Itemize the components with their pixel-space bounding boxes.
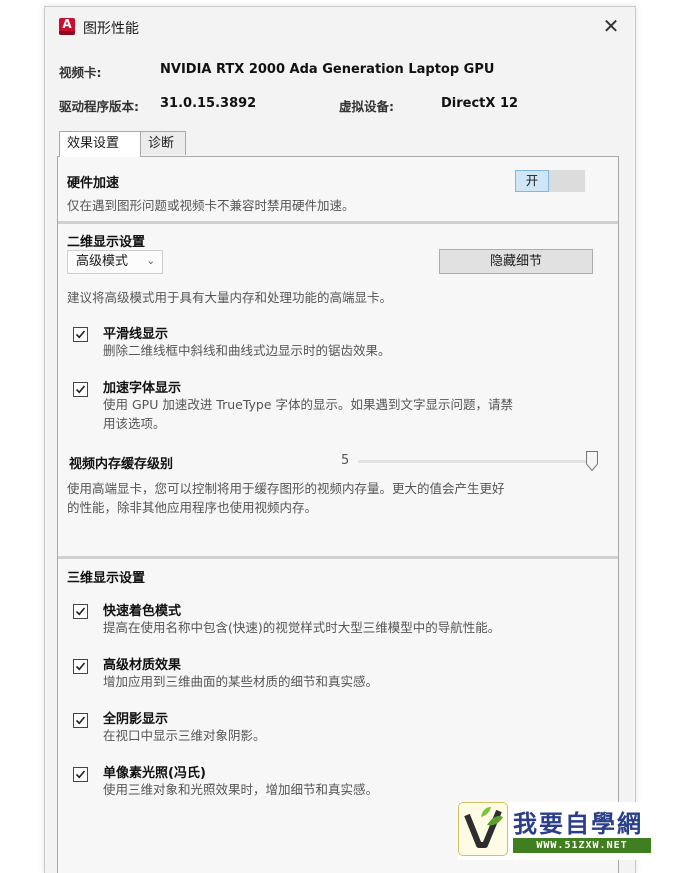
title-bar: A 图形性能 ✕: [45, 7, 635, 47]
gpu-label: 视频卡:: [59, 65, 102, 80]
hide-details-button[interactable]: 隐藏细节: [439, 249, 593, 274]
full-shadow-desc: 在视口中显示三维对象阴影。: [103, 728, 266, 743]
video-cache-label: 视频内存缓存级别: [69, 457, 174, 472]
gpu-value: NVIDIA RTX 2000 Ada Generation Laptop GP…: [160, 62, 495, 77]
smooth-line-checkbox[interactable]: [73, 327, 88, 342]
app-icon-letter: A: [62, 17, 72, 31]
per-pixel-lighting-label: 单像素光照(冯氏): [103, 766, 206, 781]
full-shadow-label: 全阴影显示: [103, 712, 169, 727]
checkmark-icon: [75, 770, 86, 779]
tab-effect-settings[interactable]: 效果设置: [59, 131, 141, 157]
settings-panel: 硬件加速 开 仅在遇到图形问题或视频卡不兼容时禁用硬件加速。 二维显示设置 高级…: [57, 156, 653, 873]
display-mode-dropdown[interactable]: 高级模式 ⌄: [67, 250, 163, 274]
toggle-on-label: 开: [515, 170, 549, 192]
fast-shading-label: 快速着色模式: [103, 604, 182, 619]
fast-shading-desc: 提高在使用名称中包含(快速)的视觉样式时大型三维模型中的导航性能。: [103, 620, 501, 635]
close-icon[interactable]: ✕: [597, 13, 625, 41]
display-2d-title: 二维显示设置: [67, 235, 146, 250]
window-title: 图形性能: [83, 21, 139, 37]
section-divider: [58, 221, 618, 224]
checkmark-icon: [75, 385, 86, 394]
hardware-accel-desc: 仅在遇到图形问题或视频卡不兼容时禁用硬件加速。: [67, 198, 355, 213]
fast-shading-checkbox[interactable]: [73, 604, 88, 619]
display-2d-desc: 建议将高级模式用于具有大量内存和处理功能的高端显卡。: [67, 290, 393, 305]
site-watermark: 我要自學網 WWW.51ZXW.NET: [458, 802, 653, 860]
advanced-material-label: 高级材质效果: [103, 658, 182, 673]
smooth-line-desc: 删除二维线框中斜线和曲线式边显示时的锯齿效果。: [103, 343, 391, 358]
smooth-line-label: 平滑线显示: [103, 327, 169, 342]
checkmark-icon: [75, 662, 86, 671]
per-pixel-lighting-checkbox[interactable]: [73, 767, 88, 782]
autocad-app-icon: A: [59, 18, 75, 35]
video-cache-desc-line2: 的性能，除非其他应用程序也使用视频内存。: [67, 500, 318, 515]
display-3d-title: 三维显示设置: [67, 571, 146, 586]
accel-font-checkbox[interactable]: [73, 382, 88, 397]
chevron-down-icon: ⌄: [146, 256, 155, 267]
accel-font-label: 加速字体显示: [103, 381, 182, 396]
hardware-accel-title: 硬件加速: [67, 176, 120, 191]
checkmark-icon: [75, 716, 86, 725]
per-pixel-lighting-desc: 使用三维对象和光照效果时，增加细节和真实感。: [103, 782, 379, 797]
full-shadow-checkbox[interactable]: [73, 713, 88, 728]
hardware-accel-toggle[interactable]: 开: [515, 170, 585, 192]
video-cache-slider-track[interactable]: [358, 460, 598, 463]
tab-diagnostics[interactable]: 诊断: [140, 131, 186, 155]
watermark-text: 我要自學網: [513, 810, 643, 838]
checkmark-icon: [75, 607, 86, 616]
virtual-device-label: 虚拟设备:: [339, 99, 394, 114]
watermark-logo-icon: [458, 802, 508, 856]
video-cache-value: 5: [341, 453, 350, 468]
section-divider: [58, 556, 618, 559]
watermark-url: WWW.51ZXW.NET: [513, 838, 651, 853]
accel-font-desc: 使用 GPU 加速改进 TrueType 字体的显示。如果遇到文字显示问题，请禁: [103, 397, 514, 412]
driver-value: 31.0.15.3892: [160, 96, 257, 111]
graphics-performance-dialog: A 图形性能 ✕ 视频卡: NVIDIA RTX 2000 Ada Genera…: [44, 6, 653, 873]
accel-font-desc-line2: 用该选项。: [103, 416, 166, 431]
display-mode-value: 高级模式: [76, 254, 129, 269]
virtual-device-value: DirectX 12: [441, 96, 519, 111]
advanced-material-checkbox[interactable]: [73, 659, 88, 674]
video-cache-slider-thumb[interactable]: [586, 451, 598, 471]
checkmark-icon: [75, 330, 86, 339]
advanced-material-desc: 增加应用到三维曲面的某些材质的细节和真实感。: [103, 674, 379, 689]
video-cache-desc: 使用高端显卡，您可以控制将用于缓存图形的视频内存量。更大的值会产生更好: [67, 481, 505, 496]
driver-label: 驱动程序版本:: [59, 99, 139, 114]
